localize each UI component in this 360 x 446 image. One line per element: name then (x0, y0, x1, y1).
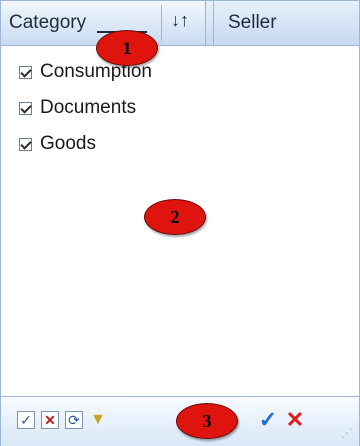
callout-marker-2: 2 (144, 199, 206, 235)
resize-grip-icon[interactable]: ⋰ (341, 426, 353, 440)
category-header-label: Category (9, 12, 87, 33)
callout-marker-1: 1 (96, 30, 158, 66)
seller-header-label: Seller (228, 12, 277, 33)
ok-icon[interactable]: ✓ (257, 409, 279, 431)
checkbox-checked-icon[interactable] (19, 137, 32, 151)
uncheck-all-icon[interactable]: ✕ (41, 411, 59, 429)
seller-column-header[interactable]: Seller (213, 1, 359, 45)
filter-icon[interactable]: ▼ (89, 411, 107, 429)
checkbox-checked-icon[interactable] (19, 65, 32, 79)
check-all-icon[interactable]: ✓ (17, 411, 35, 429)
cancel-icon[interactable]: ✕ (284, 409, 306, 431)
sort-icon[interactable]: ↓↑ (171, 10, 189, 31)
refresh-icon[interactable]: ⟳ (65, 411, 83, 429)
callout-marker-3: 3 (176, 403, 238, 439)
list-item-label: Goods (40, 133, 96, 154)
list-item-label: Documents (40, 97, 137, 118)
checkbox-checked-icon[interactable] (19, 101, 32, 115)
sort-divider (161, 5, 162, 41)
list-item-documents[interactable]: Documents (19, 92, 136, 124)
column-header-bar: Category ↓↑ Seller (1, 1, 359, 46)
list-item-goods[interactable]: Goods (19, 128, 96, 160)
